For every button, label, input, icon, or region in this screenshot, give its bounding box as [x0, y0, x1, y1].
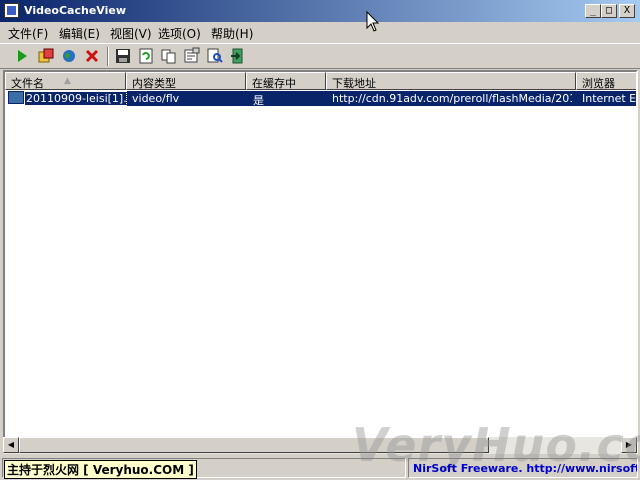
- menu-help[interactable]: 帮助(H): [211, 25, 253, 42]
- toolbar: [0, 43, 640, 69]
- cell-filename: 20110909-leisi[1]...: [24, 91, 127, 106]
- app-window: VideoCacheView _ □ X 文件(F) 编辑(E) 视图(V) 选…: [0, 0, 640, 480]
- title-bar[interactable]: VideoCacheView _ □ X: [0, 0, 640, 22]
- minimize-button[interactable]: _: [585, 4, 601, 18]
- menu-bar: 文件(F) 编辑(E) 视图(V) 选项(O) 帮助(H): [0, 22, 640, 42]
- cell-browser: Internet Ex: [582, 92, 638, 105]
- cell-content-type: video/flv: [132, 92, 180, 105]
- column-header-url[interactable]: 下载地址: [326, 72, 576, 90]
- table-row[interactable]: 20110909-leisi[1]... video/flv 是 http://…: [5, 91, 638, 107]
- copy-icon[interactable]: [160, 47, 178, 65]
- find-icon[interactable]: [206, 47, 224, 65]
- maximize-button[interactable]: □: [601, 4, 617, 18]
- window-title: VideoCacheView: [24, 4, 127, 17]
- column-label: 文件名: [11, 77, 44, 90]
- app-icon: [4, 3, 19, 18]
- globe-icon[interactable]: [60, 47, 78, 65]
- menu-options[interactable]: 选项(O): [158, 25, 201, 42]
- copy-files-icon[interactable]: [37, 47, 55, 65]
- toolbar-separator: [107, 47, 109, 66]
- menu-view[interactable]: 视图(V): [110, 25, 152, 42]
- cell-url: http://cdn.91adv.com/preroll/flashMedia/…: [332, 92, 572, 105]
- menu-edit[interactable]: 编辑(E): [59, 25, 100, 42]
- cell-in-cache: 是: [253, 94, 264, 107]
- delete-icon[interactable]: [83, 47, 101, 65]
- column-header-content-type[interactable]: 内容类型: [126, 72, 246, 90]
- site-overlay-label: 主持于烈火网 [ Veryhuo.COM ]: [4, 460, 197, 479]
- video-file-icon: [8, 91, 24, 104]
- play-icon[interactable]: [13, 47, 31, 65]
- scroll-left-button[interactable]: ◀: [3, 437, 19, 453]
- list-header: 文件名 ▲ 内容类型 在缓存中 下载地址 浏览器: [5, 72, 636, 90]
- exit-icon[interactable]: [229, 47, 247, 65]
- save-icon[interactable]: [114, 47, 132, 65]
- sort-arrow-icon: ▲: [64, 76, 71, 86]
- column-header-browser[interactable]: 浏览器: [576, 72, 636, 90]
- close-button[interactable]: X: [619, 4, 635, 18]
- column-header-in-cache[interactable]: 在缓存中: [246, 72, 326, 90]
- menu-file[interactable]: 文件(F): [8, 25, 48, 42]
- column-header-filename[interactable]: 文件名 ▲: [5, 72, 126, 90]
- file-list[interactable]: 文件名 ▲ 内容类型 在缓存中 下载地址 浏览器 20110909-leisi[…: [3, 70, 638, 454]
- refresh-icon[interactable]: [137, 47, 155, 65]
- properties-icon[interactable]: [183, 47, 201, 65]
- status-nirsoft-link[interactable]: NirSoft Freeware. http://www.nirsoft.n: [408, 458, 638, 478]
